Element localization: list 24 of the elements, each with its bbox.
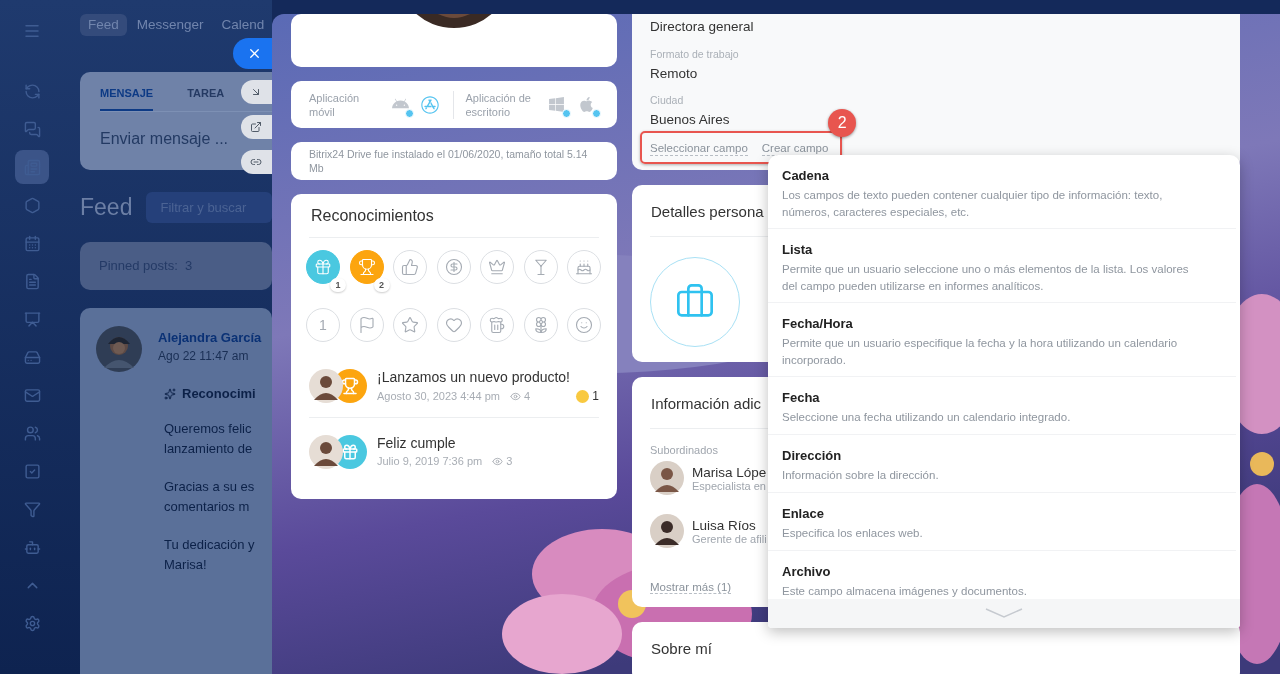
message-field[interactable]: Enviar mensaje ... (100, 130, 272, 148)
nav-tab[interactable]: Messenger (128, 14, 212, 36)
composer-tab[interactable]: TAREA (187, 87, 225, 111)
minimize-button[interactable] (241, 80, 273, 104)
new-window-icon (250, 121, 262, 133)
sparkle-icon (164, 387, 176, 400)
feed-icon[interactable] (15, 150, 49, 184)
nav-tab[interactable]: Feed (80, 14, 127, 36)
minimize-icon (250, 86, 262, 98)
post-paragraph: Queremos felic lanzamiento de (164, 420, 254, 458)
post-time: Ago 22 11:47 am (158, 349, 250, 363)
menu-icon[interactable] (23, 22, 41, 40)
copy-link-button[interactable] (241, 150, 273, 174)
link-icon (250, 156, 262, 168)
close-button[interactable] (233, 38, 273, 69)
open-window-button[interactable] (241, 115, 273, 139)
composer-tab[interactable]: MENSAJE (100, 87, 154, 111)
feed-title: Feed (80, 194, 133, 221)
post-heading: Reconocimi (182, 386, 256, 401)
post-paragraph: Gracias a su es comentarios m (164, 478, 256, 516)
author-name[interactable]: Alejandra García (158, 330, 262, 345)
close-icon (247, 46, 262, 61)
post-paragraph: Tu dedicación y Marisa! (164, 536, 256, 574)
nav-tab[interactable]: Calend (213, 14, 272, 36)
